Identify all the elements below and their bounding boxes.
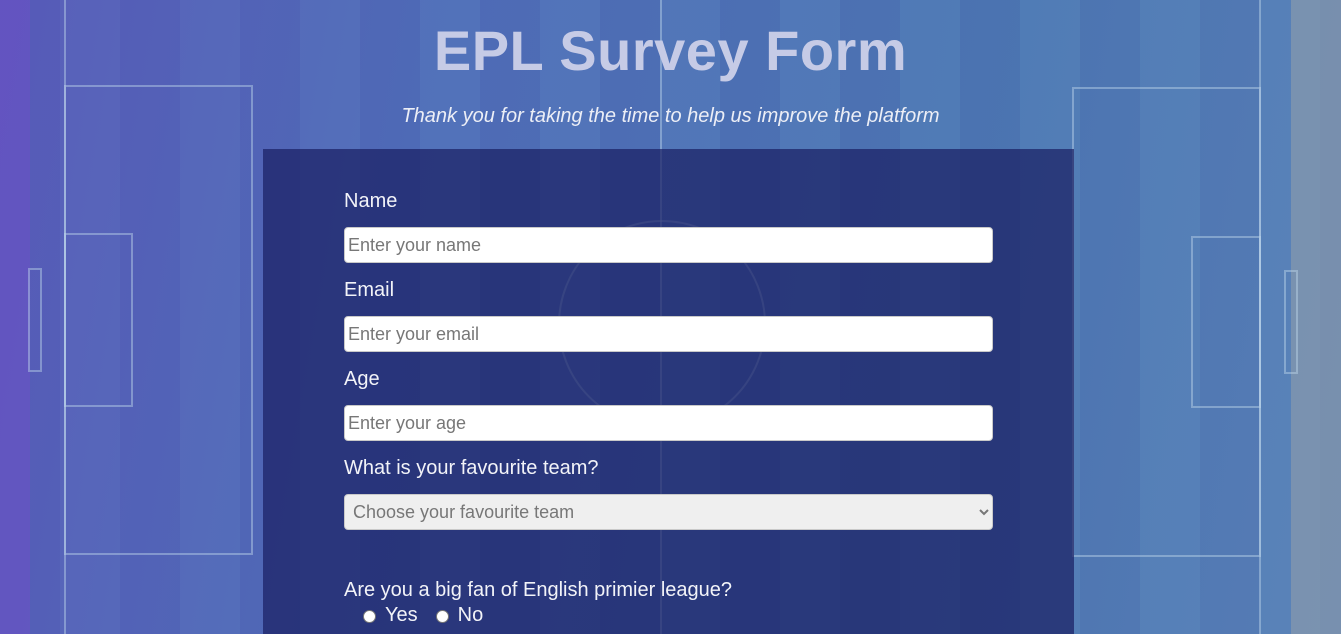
radio-no-label: No — [457, 603, 484, 626]
fan-option-no[interactable]: No — [435, 603, 484, 627]
radio-yes-label: Yes — [385, 603, 418, 626]
name-label: Name — [344, 190, 398, 212]
page-subtitle: Thank you for taking the time to help us… — [401, 105, 940, 127]
age-label: Age — [344, 368, 380, 390]
pitch-goal-box-right — [1191, 236, 1261, 408]
name-input[interactable] — [344, 227, 993, 263]
radio-no[interactable] — [435, 610, 449, 623]
team-label: What is your favourite team? — [344, 457, 599, 479]
pitch-goal-right — [1284, 270, 1298, 374]
radio-yes[interactable] — [363, 610, 376, 623]
email-label: Email — [344, 279, 395, 301]
survey-form: Name Email Age What is your favourite te… — [263, 149, 1074, 634]
fan-question-label: Are you a big fan of English primier lea… — [344, 579, 733, 601]
fan-radio-group: Yes No — [363, 603, 501, 627]
page-header: EPL Survey Form Thank you for taking the… — [0, 0, 1341, 128]
team-select[interactable]: Choose your favourite team — [344, 494, 993, 530]
pitch-goal-left — [28, 268, 42, 372]
email-input[interactable] — [344, 316, 993, 352]
page-title: EPL Survey Form — [433, 19, 908, 82]
fan-option-yes[interactable]: Yes — [363, 604, 418, 627]
age-input[interactable] — [344, 405, 993, 441]
pitch-goal-box-left — [64, 233, 133, 407]
